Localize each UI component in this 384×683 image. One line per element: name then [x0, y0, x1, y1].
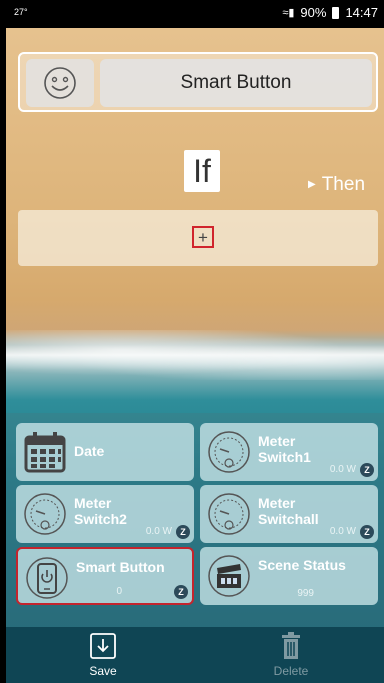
- then-label: Then: [321, 174, 366, 195]
- device-name: Smart Button: [76, 559, 165, 575]
- device-value: 0: [116, 586, 122, 597]
- wave-foam: [6, 330, 384, 380]
- status-temperature: 27°: [14, 7, 28, 17]
- device-tile-date[interactable]: Date: [16, 423, 194, 481]
- play-arrow-icon: ▶: [308, 179, 316, 191]
- zwave-badge-icon: Z: [174, 585, 188, 599]
- battery-icon: [332, 6, 340, 19]
- scene-icon-button[interactable]: [26, 59, 94, 107]
- bottom-bar: Save Delete: [6, 627, 384, 683]
- device-name: Meter Switchall: [258, 495, 319, 527]
- screen: 27° ≈▮ 90% 14:47 Smart Button If ▶ Then +: [6, 0, 384, 683]
- zwave-badge-icon: Z: [176, 525, 190, 539]
- if-label: If: [184, 150, 220, 192]
- scene-name-button[interactable]: Smart Button: [100, 59, 372, 107]
- device-value: 0.0 W: [145, 526, 172, 537]
- delete-label: Delete: [273, 664, 309, 678]
- device-name: Scene Status: [258, 557, 346, 573]
- device-tile-smart-button[interactable]: Smart Button 0 Z: [16, 547, 194, 605]
- power-phone-icon: [26, 557, 68, 599]
- device-tile-scene-status[interactable]: Scene Status 999: [200, 547, 378, 605]
- save-label: Save: [89, 664, 117, 678]
- status-time: 14:47: [345, 5, 378, 20]
- device-name: Meter Switch2: [74, 495, 127, 527]
- device-name: Meter Switch1: [258, 433, 311, 465]
- save-download-icon: [90, 633, 116, 659]
- battery-percent: 90%: [300, 5, 327, 20]
- meter-gauge-icon: [24, 493, 66, 535]
- meter-gauge-icon: [208, 493, 250, 535]
- delete-button[interactable]: Delete: [256, 631, 326, 678]
- device-name: Date: [74, 443, 105, 459]
- save-button[interactable]: Save: [68, 631, 138, 678]
- device-value: 999: [297, 588, 314, 599]
- scene-header: Smart Button: [18, 52, 378, 112]
- device-tile-meter-switch2[interactable]: Meter Switch2 0.0 W Z: [16, 485, 194, 543]
- clapperboard-icon: [208, 555, 250, 597]
- zwave-badge-icon: Z: [360, 463, 374, 477]
- condition-area: +: [18, 210, 378, 266]
- zwave-badge-icon: Z: [360, 525, 374, 539]
- device-tile-meter-switchall[interactable]: Meter Switchall 0.0 W Z: [200, 485, 378, 543]
- device-panel: Date Meter Switch1 0.0 W Z Meter Switch2: [6, 413, 384, 627]
- calendar-icon: [24, 432, 66, 473]
- device-tile-meter-switch1[interactable]: Meter Switch1 0.0 W Z: [200, 423, 378, 481]
- trash-icon: [282, 632, 300, 659]
- meter-gauge-icon: [208, 431, 250, 473]
- wifi-signal-icon: ≈▮: [282, 7, 295, 19]
- device-value: 0.0 W: [329, 464, 356, 475]
- then-link[interactable]: ▶ Then: [308, 174, 365, 196]
- add-condition-button[interactable]: +: [192, 226, 214, 248]
- status-bar: 27° ≈▮ 90% 14:47: [6, 0, 384, 28]
- smiley-face-icon: [44, 67, 76, 99]
- device-value: 0.0 W: [329, 526, 356, 537]
